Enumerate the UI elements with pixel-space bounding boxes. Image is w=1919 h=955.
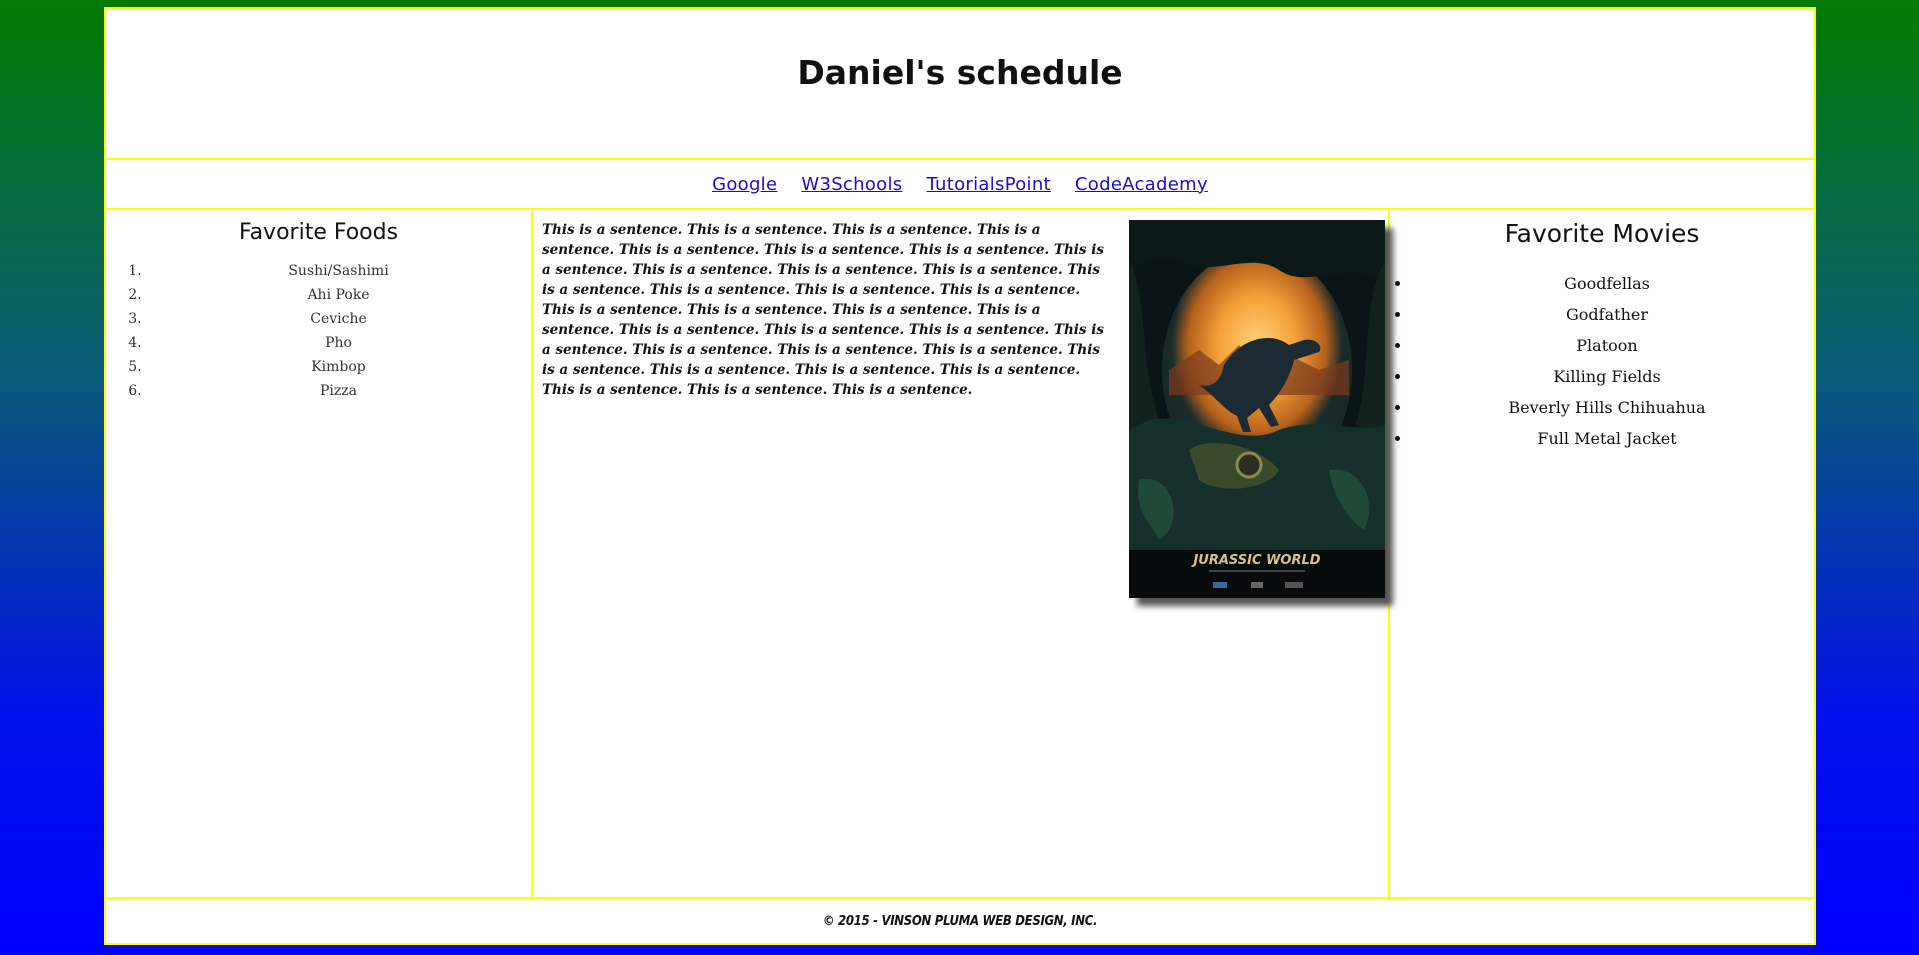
nav-link-google[interactable]: Google [712,174,777,195]
nav-bar: Google W3Schools TutorialsPoint CodeAcad… [106,160,1814,210]
nav-link-tutorialspoint[interactable]: TutorialsPoint [926,174,1050,195]
food-label: Ahi Poke [307,287,370,303]
movie-label: Platoon [1576,336,1638,355]
list-item: Full Metal Jacket [1412,423,1814,454]
favorite-foods-heading: Favorite Foods [238,220,399,245]
movie-poster-image: JURASSIC WORLD [1129,220,1385,598]
movie-label: Goodfellas [1564,274,1650,293]
list-item: Killing Fields [1412,361,1814,392]
list-item: Godfather [1412,299,1814,330]
nav-link-w3schools[interactable]: W3Schools [801,174,902,195]
list-item: Ahi Poke [146,283,531,307]
nav-link-codeacademy[interactable]: CodeAcademy [1075,174,1208,195]
food-label: Pizza [320,383,357,399]
list-item: Pho [146,331,531,355]
favorite-foods-column: Favorite Foods Sushi/Sashimi Ahi Poke Ce… [106,210,533,897]
list-item: Goodfellas [1412,268,1814,299]
food-label: Ceviche [310,311,367,327]
content-paragraph: This is a sentence. This is a sentence. … [542,222,1104,398]
food-label: Pho [325,335,352,351]
footer: © 2015 - VINSON PLUMA WEB DESIGN, INC. [106,897,1814,943]
poster-title: JURASSIC WORLD [1190,553,1320,568]
favorite-movies-list: Goodfellas Godfather Platoon Killing Fie… [1390,268,1814,454]
list-item: Ceviche [146,307,531,331]
header: Daniel's schedule [106,9,1814,160]
main-content: This is a sentence. This is a sentence. … [533,210,1390,897]
favorite-movies-column: Favorite Movies Goodfellas Godfather Pla… [1390,210,1814,897]
list-item: Kimbop [146,355,531,379]
movie-label: Full Metal Jacket [1537,429,1677,448]
list-item: Pizza [146,379,531,403]
favorite-movies-heading: Favorite Movies [1504,219,1700,248]
page-container: Daniel's schedule Google W3Schools Tutor… [104,7,1816,945]
page-title: Daniel's schedule [797,53,1123,92]
food-label: Kimbop [311,359,366,375]
movie-label: Beverly Hills Chihuahua [1508,398,1706,417]
movie-label: Killing Fields [1553,367,1661,386]
movie-label: Godfather [1566,305,1648,324]
list-item: Sushi/Sashimi [146,259,531,283]
food-label: Sushi/Sashimi [288,263,389,279]
favorite-foods-list: Sushi/Sashimi Ahi Poke Ceviche Pho Kimbo… [106,259,531,403]
list-item: Beverly Hills Chihuahua [1412,392,1814,423]
copyright-text: © 2015 - VINSON PLUMA WEB DESIGN, INC. [822,913,1098,929]
list-item: Platoon [1412,330,1814,361]
